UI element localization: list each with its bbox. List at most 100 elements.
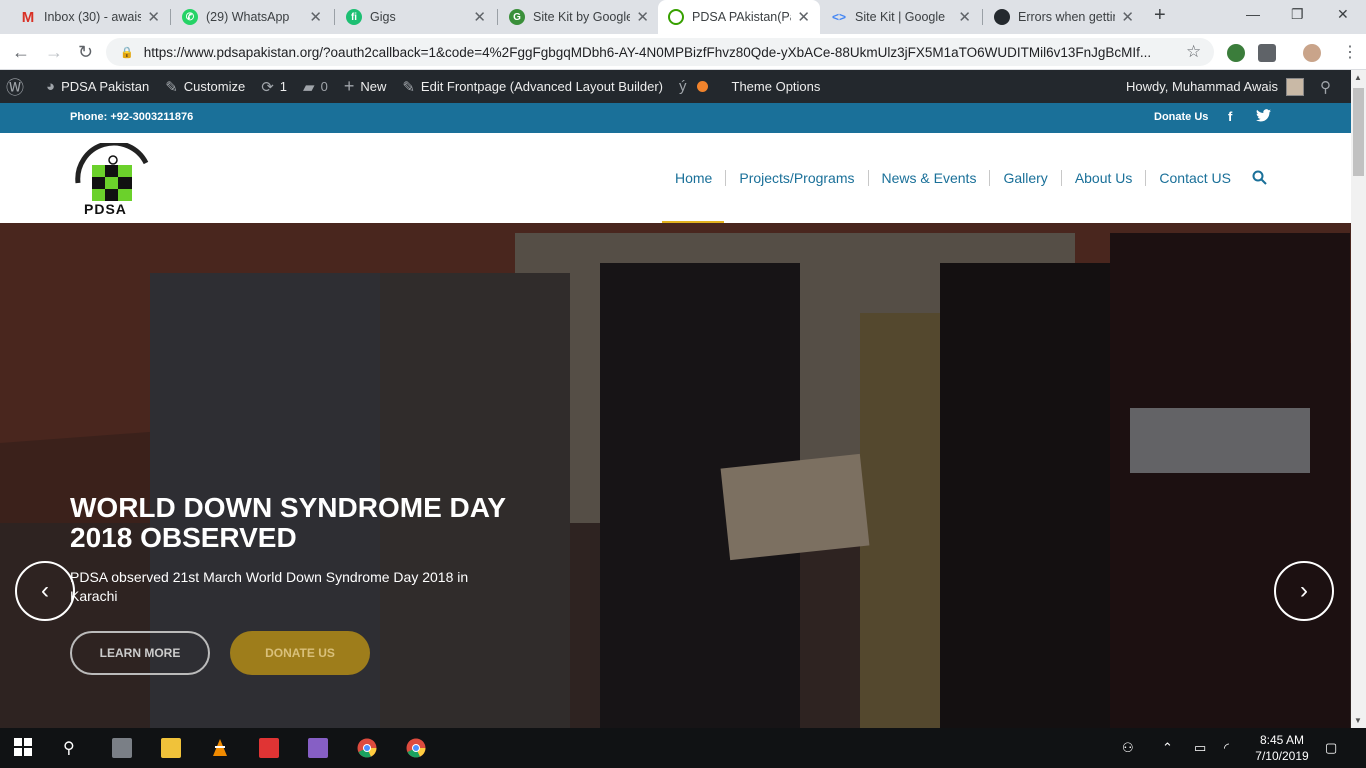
site-logo[interactable]: PDSA	[72, 140, 154, 217]
close-icon[interactable]: ✕	[958, 8, 971, 26]
scroll-down-icon[interactable]: ▼	[1354, 716, 1362, 725]
pdsa-icon	[668, 9, 684, 25]
learn-more-button[interactable]: LEARN MORE	[70, 631, 210, 675]
windows-start-icon[interactable]	[14, 738, 34, 758]
browser-tab-strip: M Inbox (30) - awais ✕ ✆ (29) WhatsApp ✕ f…	[0, 0, 1366, 34]
tab-sitekit-google[interactable]: <> Site Kit | Google ✕	[821, 0, 981, 34]
windows-taskbar: ⚲ ⚇ ⌃ ▭ ◜ 8:45 AM 7/10/2019 ▢	[0, 728, 1366, 768]
close-icon[interactable]: ✕	[147, 8, 160, 26]
tab-gmail[interactable]: M Inbox (30) - awais ✕	[10, 0, 170, 34]
wp-seo[interactable]: ý	[671, 70, 724, 103]
search-icon[interactable]	[1252, 170, 1267, 185]
minimize-icon[interactable]: —	[1246, 6, 1260, 22]
search-icon[interactable]: ⚲	[63, 738, 83, 758]
menu-kebab-icon[interactable]: ⋮	[1342, 42, 1358, 62]
tab-gigs[interactable]: fi Gigs ✕	[336, 0, 496, 34]
nav-about[interactable]: About Us	[1062, 170, 1147, 186]
page-scrollbar[interactable]: ▲ ▼	[1351, 70, 1366, 728]
pencil-icon: ✎	[402, 78, 415, 96]
browser-toolbar: ← → ↻ 🔒 https://www.pdsapakistan.org/?oa…	[0, 34, 1366, 70]
yoast-icon: ý	[679, 78, 687, 95]
chevron-left-icon: ‹	[41, 577, 49, 604]
chrome-icon[interactable]	[357, 738, 377, 758]
scrollbar-thumb[interactable]	[1353, 88, 1364, 176]
wp-new[interactable]: + New	[336, 70, 395, 103]
vlc-icon[interactable]	[210, 738, 230, 758]
new-tab-button[interactable]: +	[1154, 4, 1166, 27]
site-header: PDSA Home Projects/Programs News & Event…	[0, 133, 1351, 223]
tab-separator	[334, 9, 335, 25]
battery-icon[interactable]: ▭	[1194, 740, 1206, 756]
restore-icon[interactable]: ❐	[1291, 6, 1304, 23]
close-icon[interactable]: ✕	[636, 8, 649, 26]
hero-slider: WORLD DOWN SYNDROME DAY 2018 OBSERVED PD…	[0, 223, 1351, 728]
url-text: https://www.pdsapakistan.org/?oauth2call…	[143, 44, 1152, 60]
twitter-icon[interactable]	[1256, 109, 1271, 125]
seo-status-dot	[696, 81, 708, 92]
close-icon[interactable]: ✕	[473, 8, 486, 26]
nav-contact[interactable]: Contact US	[1146, 170, 1244, 186]
wordpress-icon: Ⓦ	[6, 77, 24, 98]
wp-customize[interactable]: ✎ Customize	[157, 70, 253, 103]
people-icon[interactable]: ⚇	[1122, 740, 1134, 756]
wp-howdy[interactable]: Howdy, Muhammad Awais	[1118, 70, 1312, 103]
close-icon[interactable]: ✕	[309, 8, 322, 26]
wp-search-icon[interactable]: ⚲	[1312, 70, 1339, 103]
wp-logo-item[interactable]: Ⓦ	[0, 70, 38, 103]
notifications-icon[interactable]: ▢	[1325, 740, 1337, 756]
phone-number: Phone: +92-3003211876	[70, 111, 194, 123]
forward-icon[interactable]: →	[45, 42, 63, 63]
donate-link[interactable]: Donate Us	[1154, 111, 1208, 123]
scroll-up-icon[interactable]: ▲	[1354, 73, 1362, 82]
wp-site-name[interactable]: ◕ PDSA Pakistan	[38, 70, 157, 103]
main-navigation: Home Projects/Programs News & Events Gal…	[662, 133, 1244, 223]
top-info-bar: Phone: +92-3003211876 Donate Us f	[0, 103, 1351, 133]
close-window-icon[interactable]: ✕	[1337, 6, 1349, 23]
chevron-up-icon[interactable]: ⌃	[1162, 740, 1173, 756]
wp-updates[interactable]: ⟳ 1	[253, 70, 295, 103]
slide-subtitle: PDSA observed 21st March World Down Synd…	[70, 569, 469, 604]
tab-github[interactable]: Errors when getting✕	[984, 0, 1144, 34]
lock-icon: 🔒	[120, 46, 134, 59]
sitekit-icon: <>	[831, 10, 846, 24]
prev-slide-button[interactable]: ‹	[15, 561, 75, 621]
tab-separator	[497, 9, 498, 25]
dashboard-icon: ◕	[46, 78, 56, 95]
wifi-icon[interactable]: ◜	[1224, 740, 1229, 756]
chrome-icon-active[interactable]	[406, 738, 426, 758]
nav-home[interactable]: Home	[662, 170, 727, 186]
close-icon[interactable]: ✕	[1121, 8, 1134, 26]
nav-gallery[interactable]: Gallery	[990, 170, 1062, 186]
clock-time: 8:45 AM	[1259, 733, 1305, 747]
wp-theme-options[interactable]: Theme Options	[724, 70, 829, 103]
tab-whatsapp[interactable]: ✆ (29) WhatsApp ✕	[172, 0, 332, 34]
bookmark-star-icon[interactable]: ☆	[1186, 42, 1201, 62]
clock[interactable]: 8:45 AM 7/10/2019	[1252, 732, 1312, 764]
back-icon[interactable]: ←	[12, 42, 30, 63]
chevron-right-icon: ›	[1300, 577, 1308, 604]
visual-studio-icon[interactable]	[308, 738, 328, 758]
tab-separator	[982, 9, 983, 25]
close-icon[interactable]: ✕	[797, 8, 810, 26]
address-bar[interactable]: 🔒 https://www.pdsapakistan.org/?oauth2ca…	[106, 38, 1214, 66]
profile-avatar-icon[interactable]	[1303, 44, 1321, 62]
filezilla-icon[interactable]	[259, 738, 279, 758]
wp-edit-frontpage[interactable]: ✎ Edit Frontpage (Advanced Layout Builde…	[394, 70, 671, 103]
next-slide-button[interactable]: ›	[1274, 561, 1334, 621]
facebook-icon[interactable]: f	[1228, 109, 1232, 124]
donate-button[interactable]: DONATE US	[230, 631, 370, 675]
nav-news-events[interactable]: News & Events	[869, 170, 991, 186]
tab-sitekit[interactable]: G Site Kit by Google ✕	[499, 0, 659, 34]
slide-title: WORLD DOWN SYNDROME DAY 2018 OBSERVED	[70, 492, 506, 553]
reload-icon[interactable]: ↻	[78, 42, 93, 63]
gmail-icon: M	[21, 8, 35, 26]
file-explorer-icon[interactable]	[161, 738, 181, 758]
whatsapp-icon: ✆	[182, 9, 198, 25]
comment-icon: ▰	[303, 78, 315, 96]
extension-tb-icon[interactable]	[1258, 44, 1276, 62]
nav-projects[interactable]: Projects/Programs	[726, 170, 869, 186]
tools-app-icon[interactable]	[112, 738, 132, 758]
extension-globe-icon[interactable]	[1227, 44, 1245, 62]
wp-comments[interactable]: ▰ 0	[295, 70, 336, 103]
tab-pdsa[interactable]: PDSA PAkistan(Pak✕	[658, 0, 820, 34]
